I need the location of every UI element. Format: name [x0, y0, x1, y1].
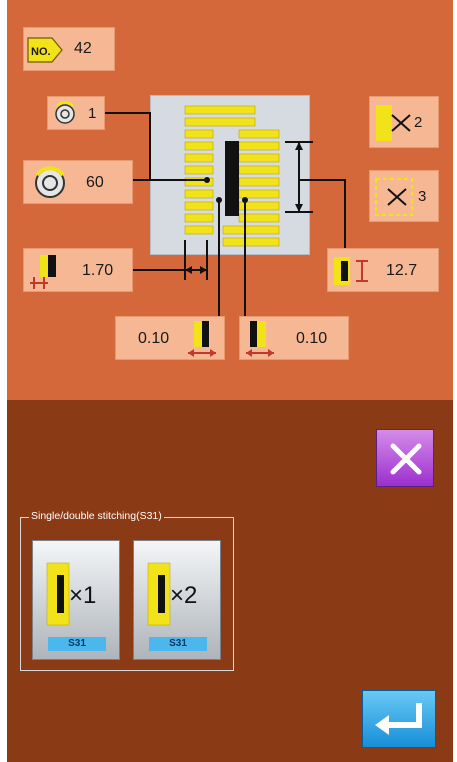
- option-tag: S31: [48, 637, 106, 651]
- svg-text:×2: ×2: [170, 582, 197, 609]
- sewing-screen: NO. 42 1 60 1.70 0.10 0.10 12.7 2 3 Sing…: [7, 0, 453, 762]
- option-double-stitch[interactable]: ×2 S31: [133, 540, 221, 660]
- enter-button[interactable]: [362, 690, 436, 748]
- group-label: Single/double stitching(S31): [29, 510, 164, 522]
- close-button[interactable]: [376, 429, 434, 487]
- option-tag: S31: [149, 637, 207, 651]
- enter-arrow-icon: [375, 703, 422, 735]
- close-icon: [390, 443, 422, 475]
- option-single-stitch[interactable]: ×1 S31: [32, 540, 120, 660]
- connector-lines: [105, 112, 346, 316]
- svg-text:×1: ×1: [69, 582, 96, 609]
